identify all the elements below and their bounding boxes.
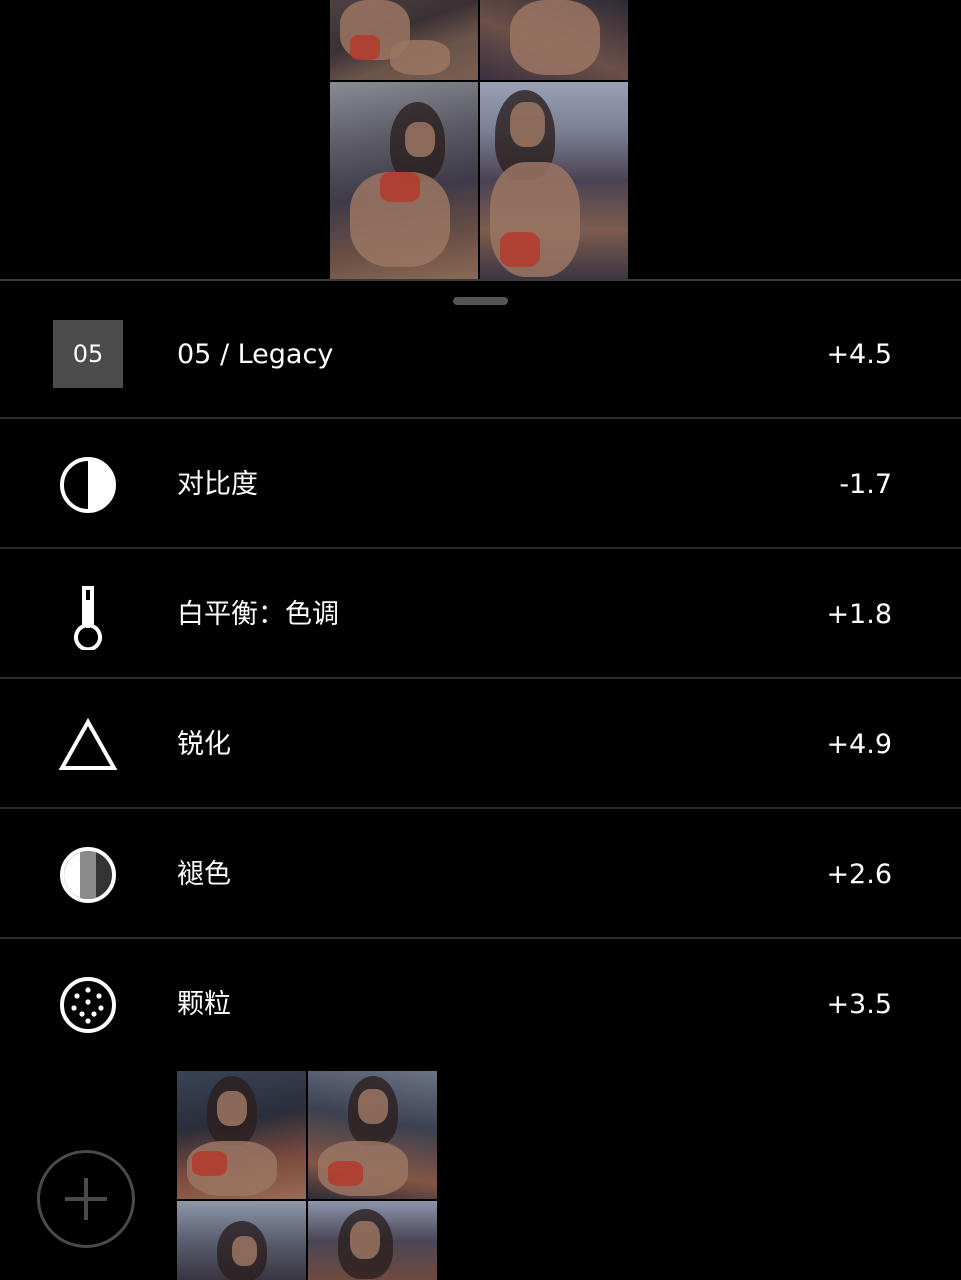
sheet-top-border <box>0 279 961 281</box>
photo-tile <box>177 1201 306 1280</box>
adjustment-value: +2.6 <box>826 859 892 890</box>
adjustment-label: 白平衡：色调 <box>177 599 339 630</box>
adjustment-label: 褪色 <box>177 859 231 890</box>
plus-icon <box>65 1178 107 1220</box>
adjustment-value: -1.7 <box>839 469 892 500</box>
preset-value: +4.5 <box>826 339 892 370</box>
divider <box>0 417 961 419</box>
photo-thumbnail[interactable] <box>177 1071 437 1280</box>
photo-preview[interactable] <box>330 0 628 279</box>
contrast-icon <box>53 450 123 520</box>
photo-tile <box>330 0 478 80</box>
photo-tile <box>330 82 478 279</box>
adjustment-value: +1.8 <box>826 599 892 630</box>
divider <box>0 937 961 939</box>
preset-name: 05 / Legacy <box>177 339 334 370</box>
divider <box>0 677 961 679</box>
thermometer-icon <box>53 580 123 652</box>
photo-tile <box>480 0 628 80</box>
adjustment-row-white-balance[interactable]: 白平衡：色调 +1.8 <box>0 551 961 679</box>
grain-icon <box>53 970 123 1040</box>
add-adjustment-button[interactable] <box>37 1150 135 1248</box>
photo-tile <box>308 1201 437 1280</box>
adjustment-label: 锐化 <box>177 729 231 760</box>
photo-tile <box>480 82 628 279</box>
adjustment-label: 颗粒 <box>177 989 231 1020</box>
photo-tile <box>308 1071 437 1199</box>
adjustment-row-sharpen[interactable]: 锐化 +4.9 <box>0 681 961 809</box>
preset-badge: 05 <box>53 320 123 388</box>
divider <box>0 807 961 809</box>
adjustment-value: +4.9 <box>826 729 892 760</box>
sharpen-triangle-icon <box>53 710 123 780</box>
photo-tile <box>177 1071 306 1199</box>
adjustment-value: +3.5 <box>826 989 892 1020</box>
preset-row[interactable]: 05 05 / Legacy +4.5 <box>0 291 961 419</box>
adjustment-row-grain[interactable]: 颗粒 +3.5 <box>0 941 961 1069</box>
adjustment-label: 对比度 <box>177 469 258 500</box>
adjustment-row-contrast[interactable]: 对比度 -1.7 <box>0 421 961 549</box>
divider <box>0 547 961 549</box>
adjustment-row-fade[interactable]: 褪色 +2.6 <box>0 811 961 939</box>
fade-icon <box>53 840 123 910</box>
